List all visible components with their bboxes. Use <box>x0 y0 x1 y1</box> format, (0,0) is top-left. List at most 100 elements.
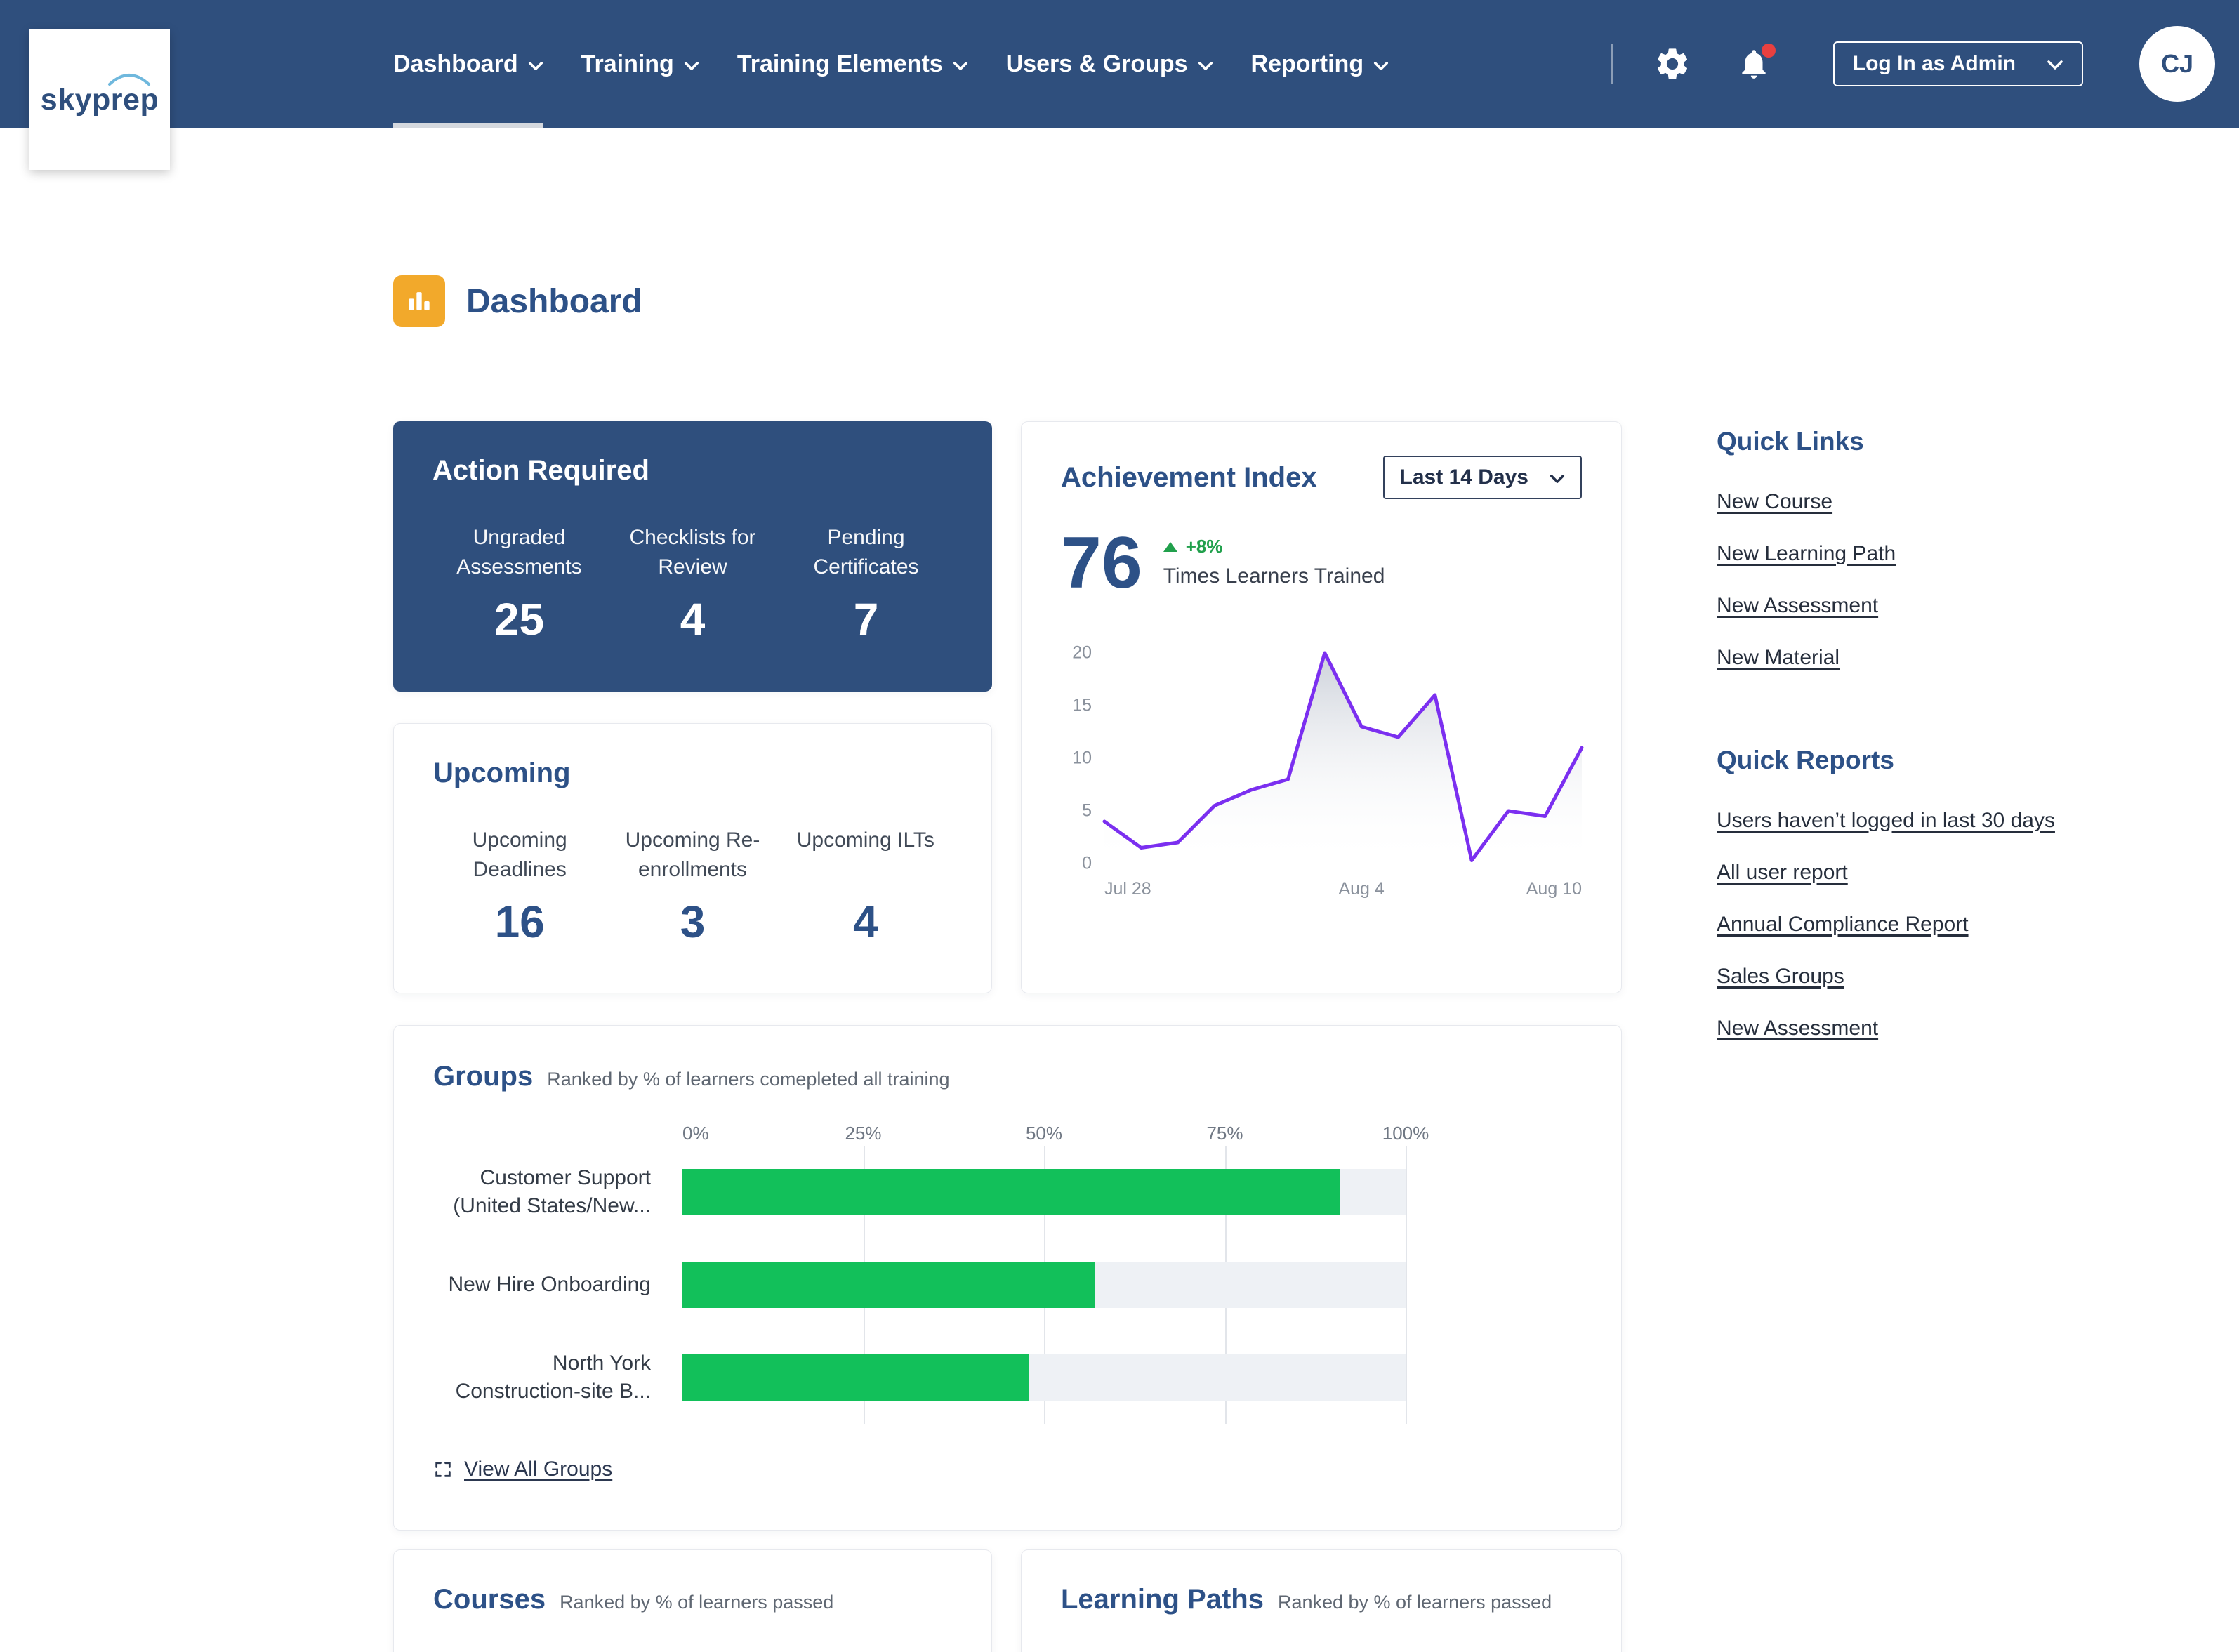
stat-ungraded-assessments[interactable]: Ungraded Assessments 25 <box>432 523 606 645</box>
stat-upcoming-reenrollments[interactable]: Upcoming Re-enrollments 3 <box>606 826 779 948</box>
axis-tick-label: 75% <box>1206 1123 1243 1144</box>
courses-card: Courses Ranked by % of learners passed <box>393 1549 992 1652</box>
quick-link-new-course[interactable]: New Course <box>1717 490 2208 514</box>
log-in-as-admin-button[interactable]: Log In as Admin <box>1833 41 2083 86</box>
chevron-down-icon <box>684 61 699 71</box>
axis-tick-label: Aug 10 <box>1526 879 1582 899</box>
main-nav: Dashboard Training Training Elements Use… <box>393 0 1389 128</box>
line-plot-area: Jul 28 Aug 4 Aug 10 <box>1104 653 1582 864</box>
axis-tick-label: 25% <box>845 1123 881 1144</box>
nav-item-label: Reporting <box>1251 51 1364 78</box>
quick-links-heading: Quick Links <box>1717 427 2208 456</box>
quick-report-annual-compliance[interactable]: Annual Compliance Report <box>1717 913 2208 937</box>
dashboard-icon <box>393 275 445 327</box>
date-range-select[interactable]: Last 14 Days <box>1383 456 1582 499</box>
chevron-down-icon <box>1198 61 1213 71</box>
stat-checklists-for-review[interactable]: Checklists for Review 4 <box>606 523 779 645</box>
y-axis: 0 5 10 15 20 <box>1061 653 1104 864</box>
logo-swoosh-icon <box>107 72 152 88</box>
card-subtitle: Ranked by % of learners passed <box>560 1592 833 1613</box>
quick-reports-heading: Quick Reports <box>1717 746 2208 775</box>
axis-tick-label: 0% <box>682 1123 709 1144</box>
bar-track <box>682 1169 1406 1215</box>
x-axis: 0%25%50%75%100% <box>682 1122 1406 1146</box>
notifications-button[interactable] <box>1736 46 1771 81</box>
delta-badge: +8% <box>1163 536 1385 557</box>
axis-tick-label: 5 <box>1082 800 1092 821</box>
bar-fill[interactable] <box>682 1169 1340 1215</box>
quick-link-new-material[interactable]: New Material <box>1717 646 2208 670</box>
gridline <box>1406 1146 1407 1424</box>
bar-fill[interactable] <box>682 1262 1095 1308</box>
nav-item-label: Users & Groups <box>1006 51 1188 78</box>
user-avatar[interactable]: CJ <box>2139 26 2215 102</box>
learning-paths-card: Learning Paths Ranked by % of learners p… <box>1021 1549 1622 1652</box>
settings-button[interactable] <box>1653 45 1691 83</box>
bar-track <box>682 1354 1406 1401</box>
stat-upcoming-deadlines[interactable]: Upcoming Deadlines 16 <box>433 826 606 948</box>
header-actions: Log In as Admin CJ <box>1611 26 2215 102</box>
notification-dot <box>1762 44 1776 58</box>
skyprep-logo[interactable]: skyprep <box>29 29 170 170</box>
groups-card: Groups Ranked by % of learners comeplete… <box>393 1025 1622 1531</box>
stat-pending-certificates[interactable]: Pending Certificates 7 <box>779 523 953 645</box>
quick-link-new-learning-path[interactable]: New Learning Path <box>1717 542 2208 566</box>
top-nav-bar: skyprep Dashboard Training Training Elem… <box>0 0 2239 128</box>
nav-item-label: Training <box>581 51 674 78</box>
bar-category-label: Customer Support (United States/New... <box>433 1146 651 1238</box>
axis-tick-label: 50% <box>1026 1123 1062 1144</box>
card-title: Groups <box>433 1061 533 1092</box>
card-title: Courses <box>433 1584 546 1615</box>
axis-tick-label: Jul 28 <box>1104 879 1151 899</box>
bar-category-label: North York Construction-site B... <box>433 1331 651 1424</box>
groups-bar-chart: 0% 25% 50% 75% 100% Customer Support (United… <box>433 1122 1582 1424</box>
nav-item-users-groups[interactable]: Users & Groups <box>1006 0 1213 128</box>
quick-report-users-not-logged-in[interactable]: Users haven’t logged in last 30 days <box>1717 809 2208 833</box>
axis-tick-label: 100% <box>1382 1123 1429 1144</box>
quick-report-new-assessment[interactable]: New Assessment <box>1717 1017 2208 1040</box>
axis-tick-label: 20 <box>1072 642 1092 663</box>
card-subtitle: Ranked by % of learners comepleted all t… <box>547 1069 949 1090</box>
bar-labels: Customer Support (United States/New... N… <box>433 1146 682 1424</box>
upcoming-card: Upcoming Upcoming Deadlines 16 Upcoming … <box>393 723 992 993</box>
nav-item-training[interactable]: Training <box>581 0 699 128</box>
bars-area <box>682 1146 1406 1424</box>
header-divider <box>1611 44 1613 84</box>
page-title: Dashboard <box>466 282 642 321</box>
achievement-caption: Times Learners Trained <box>1163 564 1385 588</box>
chevron-down-icon <box>1373 61 1389 71</box>
main-content: Dashboard Action Required Ungraded Asses… <box>393 275 1622 1652</box>
bar-fill[interactable] <box>682 1354 1029 1401</box>
nav-item-training-elements[interactable]: Training Elements <box>737 0 968 128</box>
right-sidebar: Quick Links New Course New Learning Path… <box>1717 427 2208 1069</box>
achievement-line-chart: 0 5 10 15 20 Jul 28 Aug 4 Aug 10 <box>1061 653 1582 864</box>
axis-tick-label: 0 <box>1082 853 1092 873</box>
bar-track <box>682 1262 1406 1308</box>
card-title: Learning Paths <box>1061 1584 1264 1615</box>
chevron-down-icon <box>953 61 968 71</box>
stat-upcoming-ilts[interactable]: Upcoming ILTs 4 <box>779 826 952 948</box>
card-title: Upcoming <box>433 758 952 789</box>
view-all-groups-link[interactable]: View All Groups <box>433 1458 612 1481</box>
nav-item-label: Dashboard <box>393 51 518 78</box>
action-required-card: Action Required Ungraded Assessments 25 … <box>393 421 992 692</box>
card-title: Action Required <box>432 455 953 487</box>
card-subtitle: Ranked by % of learners passed <box>1278 1592 1552 1613</box>
gear-icon <box>1653 45 1691 83</box>
nav-item-reporting[interactable]: Reporting <box>1251 0 1389 128</box>
nav-item-label: Training Elements <box>737 51 943 78</box>
achievement-value: 76 <box>1061 529 1142 598</box>
quick-report-all-user-report[interactable]: All user report <box>1717 861 2208 885</box>
axis-tick-label: 15 <box>1072 695 1092 715</box>
expand-icon <box>433 1460 453 1479</box>
chevron-down-icon <box>2047 52 2063 76</box>
axis-tick-label: Aug 4 <box>1338 879 1384 899</box>
chevron-down-icon <box>528 61 543 71</box>
trend-up-icon <box>1163 542 1177 552</box>
quick-link-new-assessment[interactable]: New Assessment <box>1717 594 2208 618</box>
bar-category-label: New Hire Onboarding <box>433 1238 651 1331</box>
achievement-index-card: Achievement Index Last 14 Days 76 +8% Ti… <box>1021 421 1622 993</box>
chevron-down-icon <box>1550 465 1565 489</box>
nav-item-dashboard[interactable]: Dashboard <box>393 0 543 128</box>
quick-report-sales-groups[interactable]: Sales Groups <box>1717 965 2208 989</box>
